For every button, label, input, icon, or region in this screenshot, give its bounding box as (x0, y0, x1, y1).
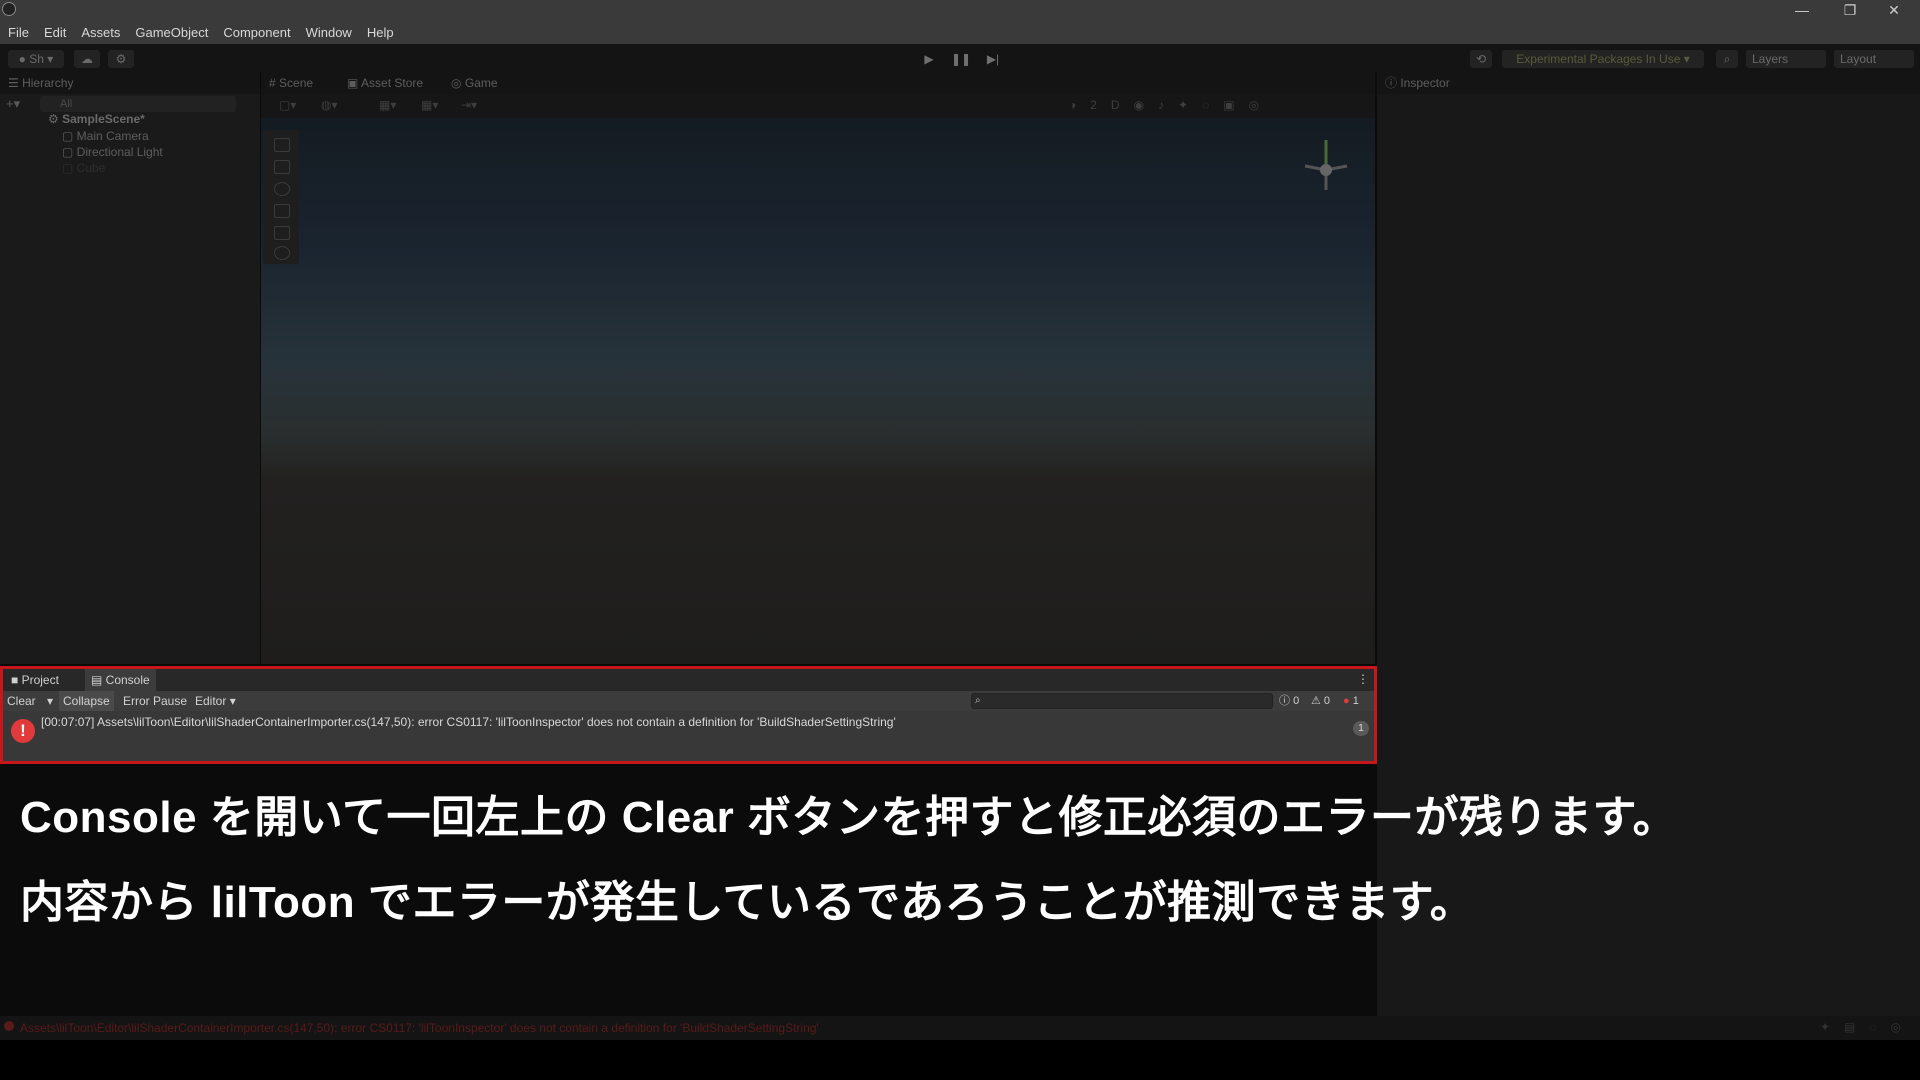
console-toolbar: Clear ▾ Collapse Error Pause Editor ▾ ⌕ … (3, 691, 1374, 711)
tab-game[interactable]: ◎ Game (451, 72, 498, 94)
scene-tabbar: # Scene ▣ Asset Store ◎ Game (261, 72, 1375, 94)
layout-dropdown[interactable]: Layout (1834, 50, 1914, 68)
menu-edit[interactable]: Edit (36, 22, 73, 44)
hierarchy-panel: ☰ Hierarchy +▾ All ⚙ SampleScene* ▢ Main… (0, 72, 260, 664)
hierarchy-item[interactable]: ▢ Cube (62, 161, 105, 175)
tab-game-label: Game (464, 76, 498, 90)
render-mode-icon[interactable]: ◍▾ (321, 98, 361, 114)
clear-options-chevron-icon[interactable]: ▾ (43, 691, 57, 711)
error-pause-button[interactable]: Error Pause (119, 691, 191, 711)
status-icons[interactable]: ✦▤◌◎ (1820, 1020, 1915, 1034)
tab-asset-store-label: Asset Store (361, 76, 424, 90)
scene-viewport[interactable] (261, 118, 1375, 664)
scene-view-options[interactable]: ◑2D◉♪✦◌▣◎ (1069, 98, 1369, 114)
minimize-button[interactable]: — (1780, 0, 1824, 22)
tab-asset-store[interactable]: ▣ Asset Store (347, 72, 423, 94)
log-message: [00:07:07] Assets\lilToon\Editor\lilShad… (41, 715, 896, 729)
error-count-toggle[interactable]: ● 1 (1343, 693, 1359, 709)
hierarchy-tab-label: Hierarchy (22, 76, 74, 90)
grid-icon[interactable]: ▦▾ (379, 98, 419, 114)
search-icon: ⌕ (975, 695, 981, 706)
close-button[interactable]: ✕ (1872, 0, 1916, 22)
menu-file[interactable]: File (0, 22, 36, 44)
error-icon: ! (11, 719, 35, 743)
snap-icon[interactable]: ▦▾ (421, 98, 461, 114)
tool-palette (263, 130, 299, 264)
hierarchy-item-label: Main Camera (76, 129, 149, 143)
search-icon[interactable]: ⌕ (1716, 50, 1738, 68)
log-collapse-count: 1 (1353, 721, 1369, 736)
console-search-input[interactable]: ⌕ (971, 693, 1273, 709)
inspector-tab-label: Inspector (1400, 76, 1450, 90)
account-button[interactable]: ● Sh ▾ (8, 50, 64, 68)
transform-tool-icon[interactable] (274, 246, 290, 260)
unity-logo-icon (2, 2, 16, 16)
letterbox-bottom (0, 1040, 1920, 1080)
restore-button[interactable]: ❐ (1828, 0, 1872, 22)
error-count-icon: ● (1343, 695, 1350, 707)
cloud-icon[interactable]: ☁ (74, 50, 100, 68)
console-tabbar: ■ Project ▤ Console ⋮ (3, 669, 1374, 691)
console-log-entry[interactable]: ! [00:07:07] Assets\lilToon\Editor\lilSh… (3, 711, 1374, 761)
menu-assets[interactable]: Assets (73, 22, 127, 44)
add-icon[interactable]: +▾ (6, 96, 30, 112)
title-bar: — ❐ ✕ File Edit Assets GameObject Compon… (0, 0, 1920, 44)
layers-dropdown[interactable]: Layers (1746, 50, 1826, 68)
more-options-icon[interactable]: ⋮ (1357, 672, 1369, 686)
info-count: 0 (1293, 695, 1300, 707)
menu-component[interactable]: Component (215, 22, 297, 44)
tab-console[interactable]: ▤ Console (85, 669, 156, 691)
tab-project[interactable]: ■ Project (5, 669, 65, 691)
scene-name: SampleScene* (62, 112, 145, 126)
editor-dropdown[interactable]: Editor ▾ (191, 691, 240, 711)
status-bar: Assets\lilToon\Editor\lilShaderContainer… (0, 1016, 1920, 1040)
collab-icon[interactable]: ⚙ (108, 50, 134, 68)
status-error-icon (4, 1021, 14, 1031)
rotate-tool-icon[interactable] (274, 182, 290, 196)
increment-icon[interactable]: ⇥▾ (461, 98, 501, 114)
tab-scene-label: Scene (279, 76, 314, 90)
menu-help[interactable]: Help (359, 22, 401, 44)
draw-mode-icon[interactable]: ▢▾ (279, 98, 319, 114)
scene-root[interactable]: ⚙ SampleScene* (48, 112, 145, 126)
collapse-button[interactable]: Collapse (59, 691, 114, 711)
hierarchy-item-label: Directional Light (76, 145, 163, 159)
console-panel: ■ Project ▤ Console ⋮ Clear ▾ Collapse E… (0, 666, 1377, 764)
hand-tool-icon[interactable] (274, 138, 290, 152)
pause-button[interactable]: ❚❚ (950, 50, 972, 68)
hierarchy-tabbar: ☰ Hierarchy (0, 72, 260, 94)
tab-inspector[interactable]: ⓘ Inspector (1385, 72, 1450, 94)
tab-scene[interactable]: # Scene (269, 72, 313, 94)
hierarchy-item[interactable]: ▢ Directional Light (62, 145, 163, 159)
tab-console-label: Console (105, 673, 150, 687)
hierarchy-search-input[interactable]: All (40, 96, 236, 112)
tab-project-label: Project (21, 673, 59, 687)
main-toolbar: ● Sh ▾ ☁ ⚙ ▶ ❚❚ ▶| ⟲ Experimental Packag… (0, 44, 1920, 72)
warning-count-toggle[interactable]: ⚠ 0 (1311, 693, 1330, 709)
warning-count: 0 (1323, 695, 1331, 707)
error-count: 1 (1352, 695, 1359, 707)
hierarchy-item-label: Cube (76, 161, 106, 175)
experimental-packages-dropdown[interactable]: Experimental Packages In Use ▾ (1502, 50, 1704, 68)
editor-dropdown-label: Editor (195, 694, 227, 708)
rect-tool-icon[interactable] (274, 226, 290, 240)
scene-gizmo-icon[interactable] (1291, 132, 1361, 198)
scale-tool-icon[interactable] (274, 204, 290, 218)
tab-hierarchy[interactable]: ☰ Hierarchy (8, 72, 73, 94)
history-icon[interactable]: ⟲ (1470, 50, 1492, 68)
account-label: Sh (29, 52, 44, 66)
caption-line-2: 内容から lilToon でエラーが発生しているであろうことが推測できます。 (20, 878, 1475, 927)
menu-gameobject[interactable]: GameObject (127, 22, 215, 44)
status-message[interactable]: Assets\lilToon\Editor\lilShaderContainer… (20, 1021, 819, 1035)
hierarchy-item[interactable]: ▢ Main Camera (62, 129, 149, 143)
inspector-tabbar: ⓘ Inspector (1377, 72, 1920, 94)
menu-window[interactable]: Window (298, 22, 359, 44)
play-button[interactable]: ▶ (918, 50, 940, 68)
caption-line-1: Console を開いて一回左上の Clear ボタンを押すと修正必須のエラーが… (20, 793, 1678, 842)
clear-button[interactable]: Clear (3, 691, 40, 711)
move-tool-icon[interactable] (274, 160, 290, 174)
menu-bar: File Edit Assets GameObject Component Wi… (0, 22, 401, 44)
step-button[interactable]: ▶| (982, 50, 1004, 68)
info-count-toggle[interactable]: ⓘ 0 (1279, 693, 1299, 709)
